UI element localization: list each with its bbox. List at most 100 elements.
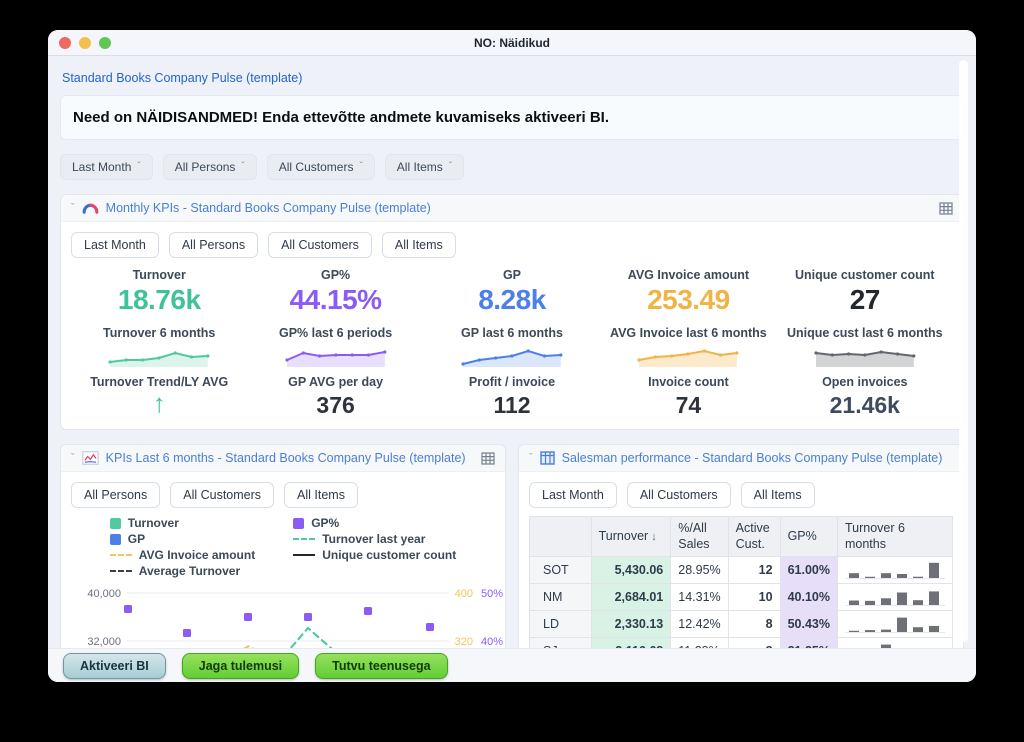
legend-label: Turnover last year xyxy=(322,532,425,546)
kpis-last6-filters: All Persons All Customers All Items xyxy=(71,482,495,508)
salesman-chip-all-items[interactable]: All Items xyxy=(741,482,815,508)
column-header--all-sales[interactable]: %/All Sales xyxy=(671,517,728,557)
kpi-bottom-label: Profit / invoice xyxy=(424,375,600,389)
kpi-bottom-label: Turnover Trend/LY AVG xyxy=(71,375,247,389)
kpis-last6-chip-all-customers[interactable]: All Customers xyxy=(170,482,274,508)
kpi-sparkline xyxy=(457,343,567,369)
kpi-trend-label: Turnover 6 months xyxy=(71,326,247,340)
gauge-icon xyxy=(82,202,99,214)
column-header-turnover[interactable]: Turnover ↓ xyxy=(591,517,671,557)
monthly-kpis-panel: ˇ Monthly KPIs - Standard Books Company … xyxy=(60,194,964,430)
line-chart-icon xyxy=(82,451,99,465)
table-view-icon[interactable] xyxy=(939,202,953,215)
breadcrumb-link[interactable]: Standard Books Company Pulse (template) xyxy=(60,65,964,95)
legend-label: Turnover xyxy=(128,516,179,530)
legend-item-turnover[interactable]: Turnover xyxy=(110,516,255,530)
kpi-column-avg-invoice-amount: AVG Invoice amount253.49AVG Invoice last… xyxy=(600,266,776,419)
title-bar[interactable]: NO: Näidikud xyxy=(48,30,976,56)
cell-gp: 50.43% xyxy=(780,611,837,638)
column-header-turnover-6-months[interactable]: Turnover 6 months xyxy=(837,517,952,557)
table-row-nm[interactable]: NM2,684.0114.31%1040.10% xyxy=(530,584,953,611)
svg-text:320: 320 xyxy=(455,636,473,648)
legend-label: GP% xyxy=(311,516,339,530)
cell-turn: 2,684.01 xyxy=(591,584,671,611)
monthly-chip-all-items[interactable]: All Items xyxy=(382,232,456,258)
salesman-filters: Last Month All Customers All Items xyxy=(529,482,953,508)
filter-dropdown-all-customers[interactable]: All Customersˇ xyxy=(267,154,375,180)
kpi-sparkline xyxy=(810,343,920,369)
kpi-value: 18.76k xyxy=(71,284,247,316)
kpi-sparkline xyxy=(633,343,743,369)
chevron-down-icon: ˇ xyxy=(359,162,362,172)
monthly-chip-last-month[interactable]: Last Month xyxy=(71,232,159,258)
kpi-trend-label: GP last 6 months xyxy=(424,326,600,340)
kpis-last6-title[interactable]: KPIs Last 6 months - Standard Books Comp… xyxy=(106,451,474,465)
legend-item-turnover-last-year[interactable]: Turnover last year xyxy=(293,532,456,546)
cell-pct: 28.95% xyxy=(671,557,728,584)
filter-label: All Persons xyxy=(175,160,236,174)
tutvu-teenusega-button[interactable]: Tutvu teenusega xyxy=(315,653,447,679)
legend-label: GP xyxy=(128,532,145,546)
jaga-tulemusi-button[interactable]: Jaga tulemusi xyxy=(182,653,299,679)
collapse-chevron-icon[interactable]: ˇ xyxy=(529,453,533,464)
global-filter-row: Last MonthˇAll PersonsˇAll CustomersˇAll… xyxy=(60,154,964,180)
svg-text:50%: 50% xyxy=(481,588,503,600)
kpi-column-gp-: GP%44.15%GP% last 6 periodsGP AVG per da… xyxy=(247,266,423,419)
aktiveeri-bi-button[interactable]: Aktiveeri BI xyxy=(63,653,166,679)
monthly-kpis-header[interactable]: ˇ Monthly KPIs - Standard Books Company … xyxy=(61,195,963,222)
kpi-label: Unique customer count xyxy=(777,268,953,282)
kpis-last6-chip-all-persons[interactable]: All Persons xyxy=(71,482,160,508)
table-icon xyxy=(540,451,555,465)
table-view-icon[interactable] xyxy=(481,452,495,465)
monthly-chip-all-persons[interactable]: All Persons xyxy=(169,232,258,258)
kpi-bottom-value: 21.46k xyxy=(777,392,953,419)
legend-item-gp-[interactable]: GP% xyxy=(293,516,456,530)
kpi-grid: Turnover 18.76k Turnover 6 months Turnover … xyxy=(71,266,953,419)
filter-dropdown-all-persons[interactable]: All Personsˇ xyxy=(163,154,257,180)
header-label: Active Cust. xyxy=(736,521,770,551)
header-label: %/All Sales xyxy=(678,521,709,551)
monthly-kpis-filters: Last Month All Persons All Customers All It… xyxy=(71,232,953,258)
collapse-chevron-icon[interactable]: ˇ xyxy=(71,453,75,464)
collapse-chevron-icon[interactable]: ˇ xyxy=(71,203,75,214)
kpi-column-gp: GP8.28kGP last 6 monthsProfit / invoice1… xyxy=(424,266,600,419)
column-header-active-cust-[interactable]: Active Cust. xyxy=(728,517,780,557)
column-header-gp-[interactable]: GP% xyxy=(780,517,837,557)
salesman-chip-last-month[interactable]: Last Month xyxy=(529,482,617,508)
kpi-label: GP xyxy=(424,268,600,282)
legend-item-unique-customer-count[interactable]: Unique customer count xyxy=(293,548,456,562)
legend-item-gp[interactable]: GP xyxy=(110,532,255,546)
kpis-last6-header[interactable]: ˇ KPIs Last 6 months - Standard Books Co… xyxy=(61,445,505,472)
table-row-sot[interactable]: SOT5,430.0628.95%1261.00% xyxy=(530,557,953,584)
kpi-value: 253.49 xyxy=(600,284,776,316)
kpis-last6-chip-all-items[interactable]: All Items xyxy=(284,482,358,508)
salesman-title[interactable]: Salesman performance - Standard Books Co… xyxy=(562,451,953,465)
scrollbar-track[interactable] xyxy=(959,60,968,642)
kpi-value: 27 xyxy=(777,284,953,316)
salesman-header[interactable]: ˇ Salesman performance - Standard Books … xyxy=(519,445,963,472)
table-row-ld[interactable]: LD2,330.1312.42%850.43% xyxy=(530,611,953,638)
legend-item-avg-invoice-amount[interactable]: AVG Invoice amount xyxy=(110,548,255,562)
kpi-label: Turnover xyxy=(71,268,247,282)
trend-up-arrow-icon: ↑ xyxy=(71,389,247,418)
cell-act: 10 xyxy=(728,584,780,611)
window-title: NO: Näidikud xyxy=(48,36,976,50)
legend-item-average-turnover[interactable]: Average Turnover xyxy=(110,564,255,578)
filter-dropdown-all-items[interactable]: All Itemsˇ xyxy=(385,154,464,180)
salesman-chip-all-customers[interactable]: All Customers xyxy=(627,482,731,508)
monthly-chip-all-customers[interactable]: All Customers xyxy=(268,232,372,258)
svg-text:32,000: 32,000 xyxy=(87,636,121,648)
column-header-name[interactable] xyxy=(530,517,592,557)
legend-label: Average Turnover xyxy=(139,564,240,578)
legend-marker xyxy=(293,554,315,556)
header-label: Turnover xyxy=(599,529,649,543)
header-label: Turnover 6 months xyxy=(845,521,905,551)
cell-pct: 14.31% xyxy=(671,584,728,611)
cell-minibar-chart xyxy=(837,611,952,638)
monthly-kpis-title[interactable]: Monthly KPIs - Standard Books Company Pu… xyxy=(106,201,932,215)
cell-name: LD xyxy=(530,611,592,638)
kpi-trend-label: AVG Invoice last 6 months xyxy=(600,326,776,340)
kpi-label: GP% xyxy=(247,268,423,282)
cell-gp: 40.10% xyxy=(780,584,837,611)
filter-dropdown-last-month[interactable]: Last Monthˇ xyxy=(60,154,153,180)
